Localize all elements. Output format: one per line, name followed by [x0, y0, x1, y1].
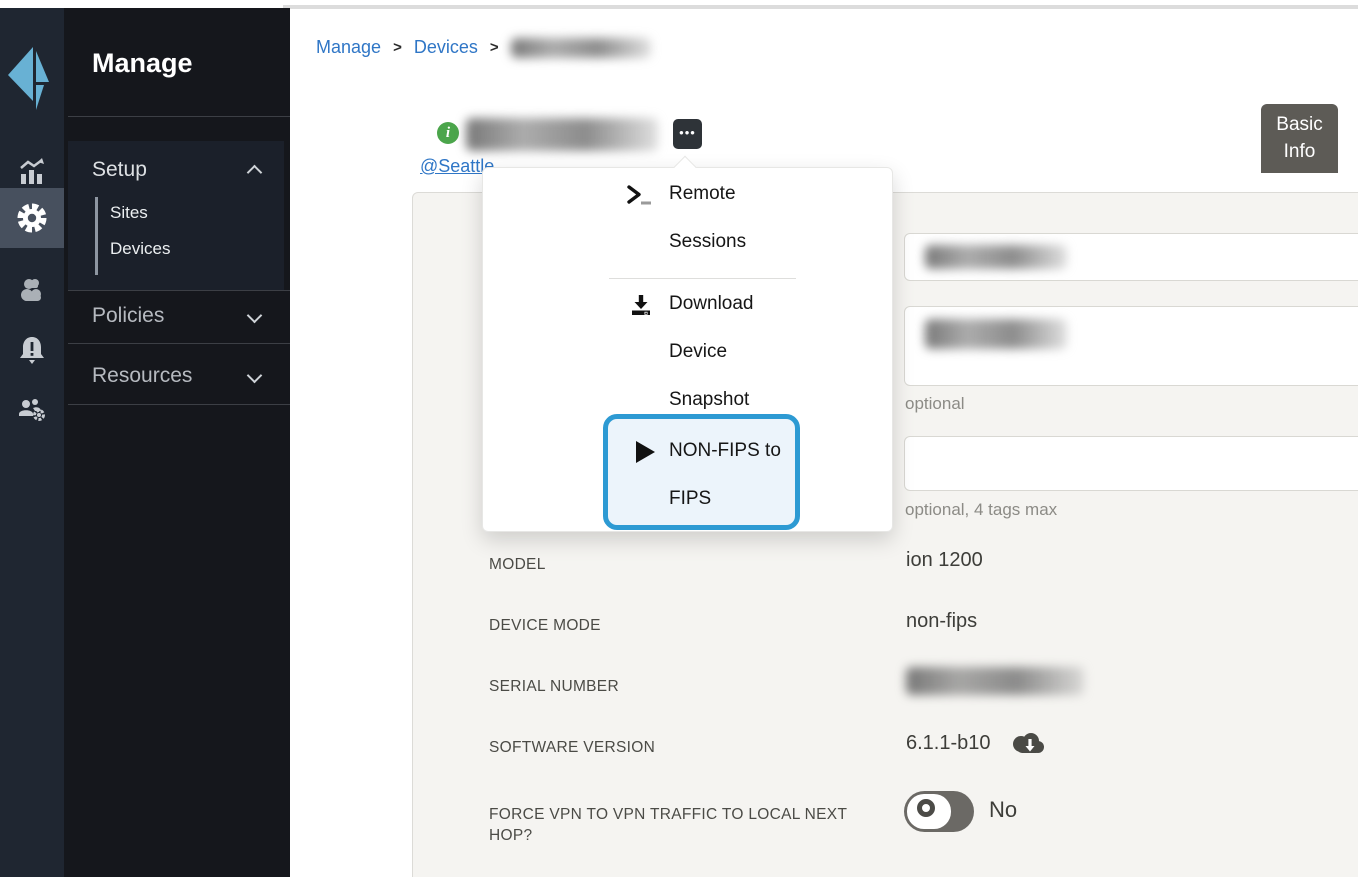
page: Manage Setup Sites Devices Policies Reso… [0, 0, 1358, 877]
download-icon [632, 295, 650, 315]
breadcrumb-separator: > [393, 39, 402, 56]
software-version-label: SOFTWARE VERSION [489, 739, 656, 756]
menu-item-nonfips-to-fips[interactable]: NON-FIPS to FIPS [603, 414, 800, 530]
icon-rail [0, 8, 64, 877]
sidebar-item-setup[interactable]: Setup [92, 158, 147, 182]
sidebar-item-resources-label: Resources [92, 364, 193, 387]
software-version-value: 6.1.1-b10 [906, 732, 991, 754]
brand-logo-icon [8, 47, 49, 110]
name-input[interactable] [904, 233, 1358, 281]
tab-basic-info[interactable]: Basic Info [1261, 104, 1338, 173]
user-admin-nav[interactable] [0, 380, 64, 440]
device-mode-label: DEVICE MODE [489, 617, 601, 634]
menu-item-label: NON-FIPS to FIPS [669, 440, 781, 509]
alerts-icon [20, 337, 44, 364]
tags-input[interactable] [904, 436, 1358, 491]
menu-item-download-snapshot[interactable]: Download Device Snapshot [626, 280, 781, 424]
sidebar-item-sites[interactable]: Sites [110, 203, 148, 223]
sidebar-item-policies[interactable]: Policies [68, 291, 284, 343]
breadcrumb: Manage > Devices > [316, 37, 651, 58]
divider [68, 343, 290, 344]
breadcrumb-current-redacted [510, 37, 651, 58]
top-divider [283, 5, 1358, 9]
terminal-icon [627, 185, 651, 205]
device-actions-button[interactable]: ••• [673, 119, 702, 149]
description-hint: optional [905, 394, 965, 413]
play-icon [636, 441, 655, 463]
breadcrumb-devices[interactable]: Devices [414, 37, 478, 58]
chevron-down-icon [249, 371, 260, 382]
model-label: MODEL [489, 556, 546, 573]
model-value: ion 1200 [906, 549, 983, 571]
menu-divider [609, 278, 796, 279]
chevron-down-icon [249, 311, 260, 322]
alerts-nav[interactable] [0, 320, 64, 380]
sidebar-item-policies-label: Policies [92, 304, 165, 327]
device-actions-menu: Remote Sessions Download Device Snapshot… [482, 155, 893, 532]
divider [68, 116, 290, 117]
device-mode-value: non-fips [906, 610, 978, 632]
breadcrumb-manage[interactable]: Manage [316, 37, 381, 58]
sidebar-item-resources[interactable]: Resources [68, 351, 284, 403]
sidebar-section-setup: Setup Sites Devices [68, 141, 284, 291]
sidebar-title: Manage [92, 48, 193, 78]
description-value-redacted [925, 319, 1067, 349]
force-vpn-value: No [989, 797, 1018, 822]
description-input[interactable] [904, 306, 1358, 386]
sidebar-item-devices[interactable]: Devices [110, 239, 170, 259]
manage-nav[interactable] [0, 188, 64, 248]
cloud-download-icon[interactable] [1009, 731, 1047, 759]
cloud-nav[interactable] [0, 260, 64, 320]
divider [68, 404, 290, 405]
toggle-knob-ring [917, 799, 935, 817]
serial-number-label: SERIAL NUMBER [489, 678, 619, 695]
menu-item-remote-sessions[interactable]: Remote Sessions [626, 170, 781, 266]
info-icon[interactable]: i [437, 122, 459, 144]
cloud-icon [21, 279, 41, 301]
chevron-up-icon[interactable] [249, 163, 260, 174]
menu-item-label: Remote Sessions [669, 183, 747, 252]
breadcrumb-separator: > [489, 39, 499, 56]
analytics-icon [20, 158, 44, 184]
name-value-redacted [925, 245, 1067, 269]
force-vpn-label: FORCE VPN TO VPN TRAFFIC TO LOCAL NEXT H… [489, 806, 847, 844]
tags-hint: optional, 4 tags max [905, 500, 1058, 519]
force-vpn-toggle[interactable] [904, 791, 974, 832]
menu-item-label: Download Device Snapshot [669, 293, 754, 410]
gear-icon [17, 203, 47, 233]
sidebar: Manage Setup Sites Devices Policies Reso… [64, 8, 290, 877]
active-section-indicator [95, 197, 98, 275]
device-name-redacted [466, 118, 658, 151]
serial-number-redacted [906, 667, 1084, 695]
user-admin-icon [19, 399, 45, 421]
